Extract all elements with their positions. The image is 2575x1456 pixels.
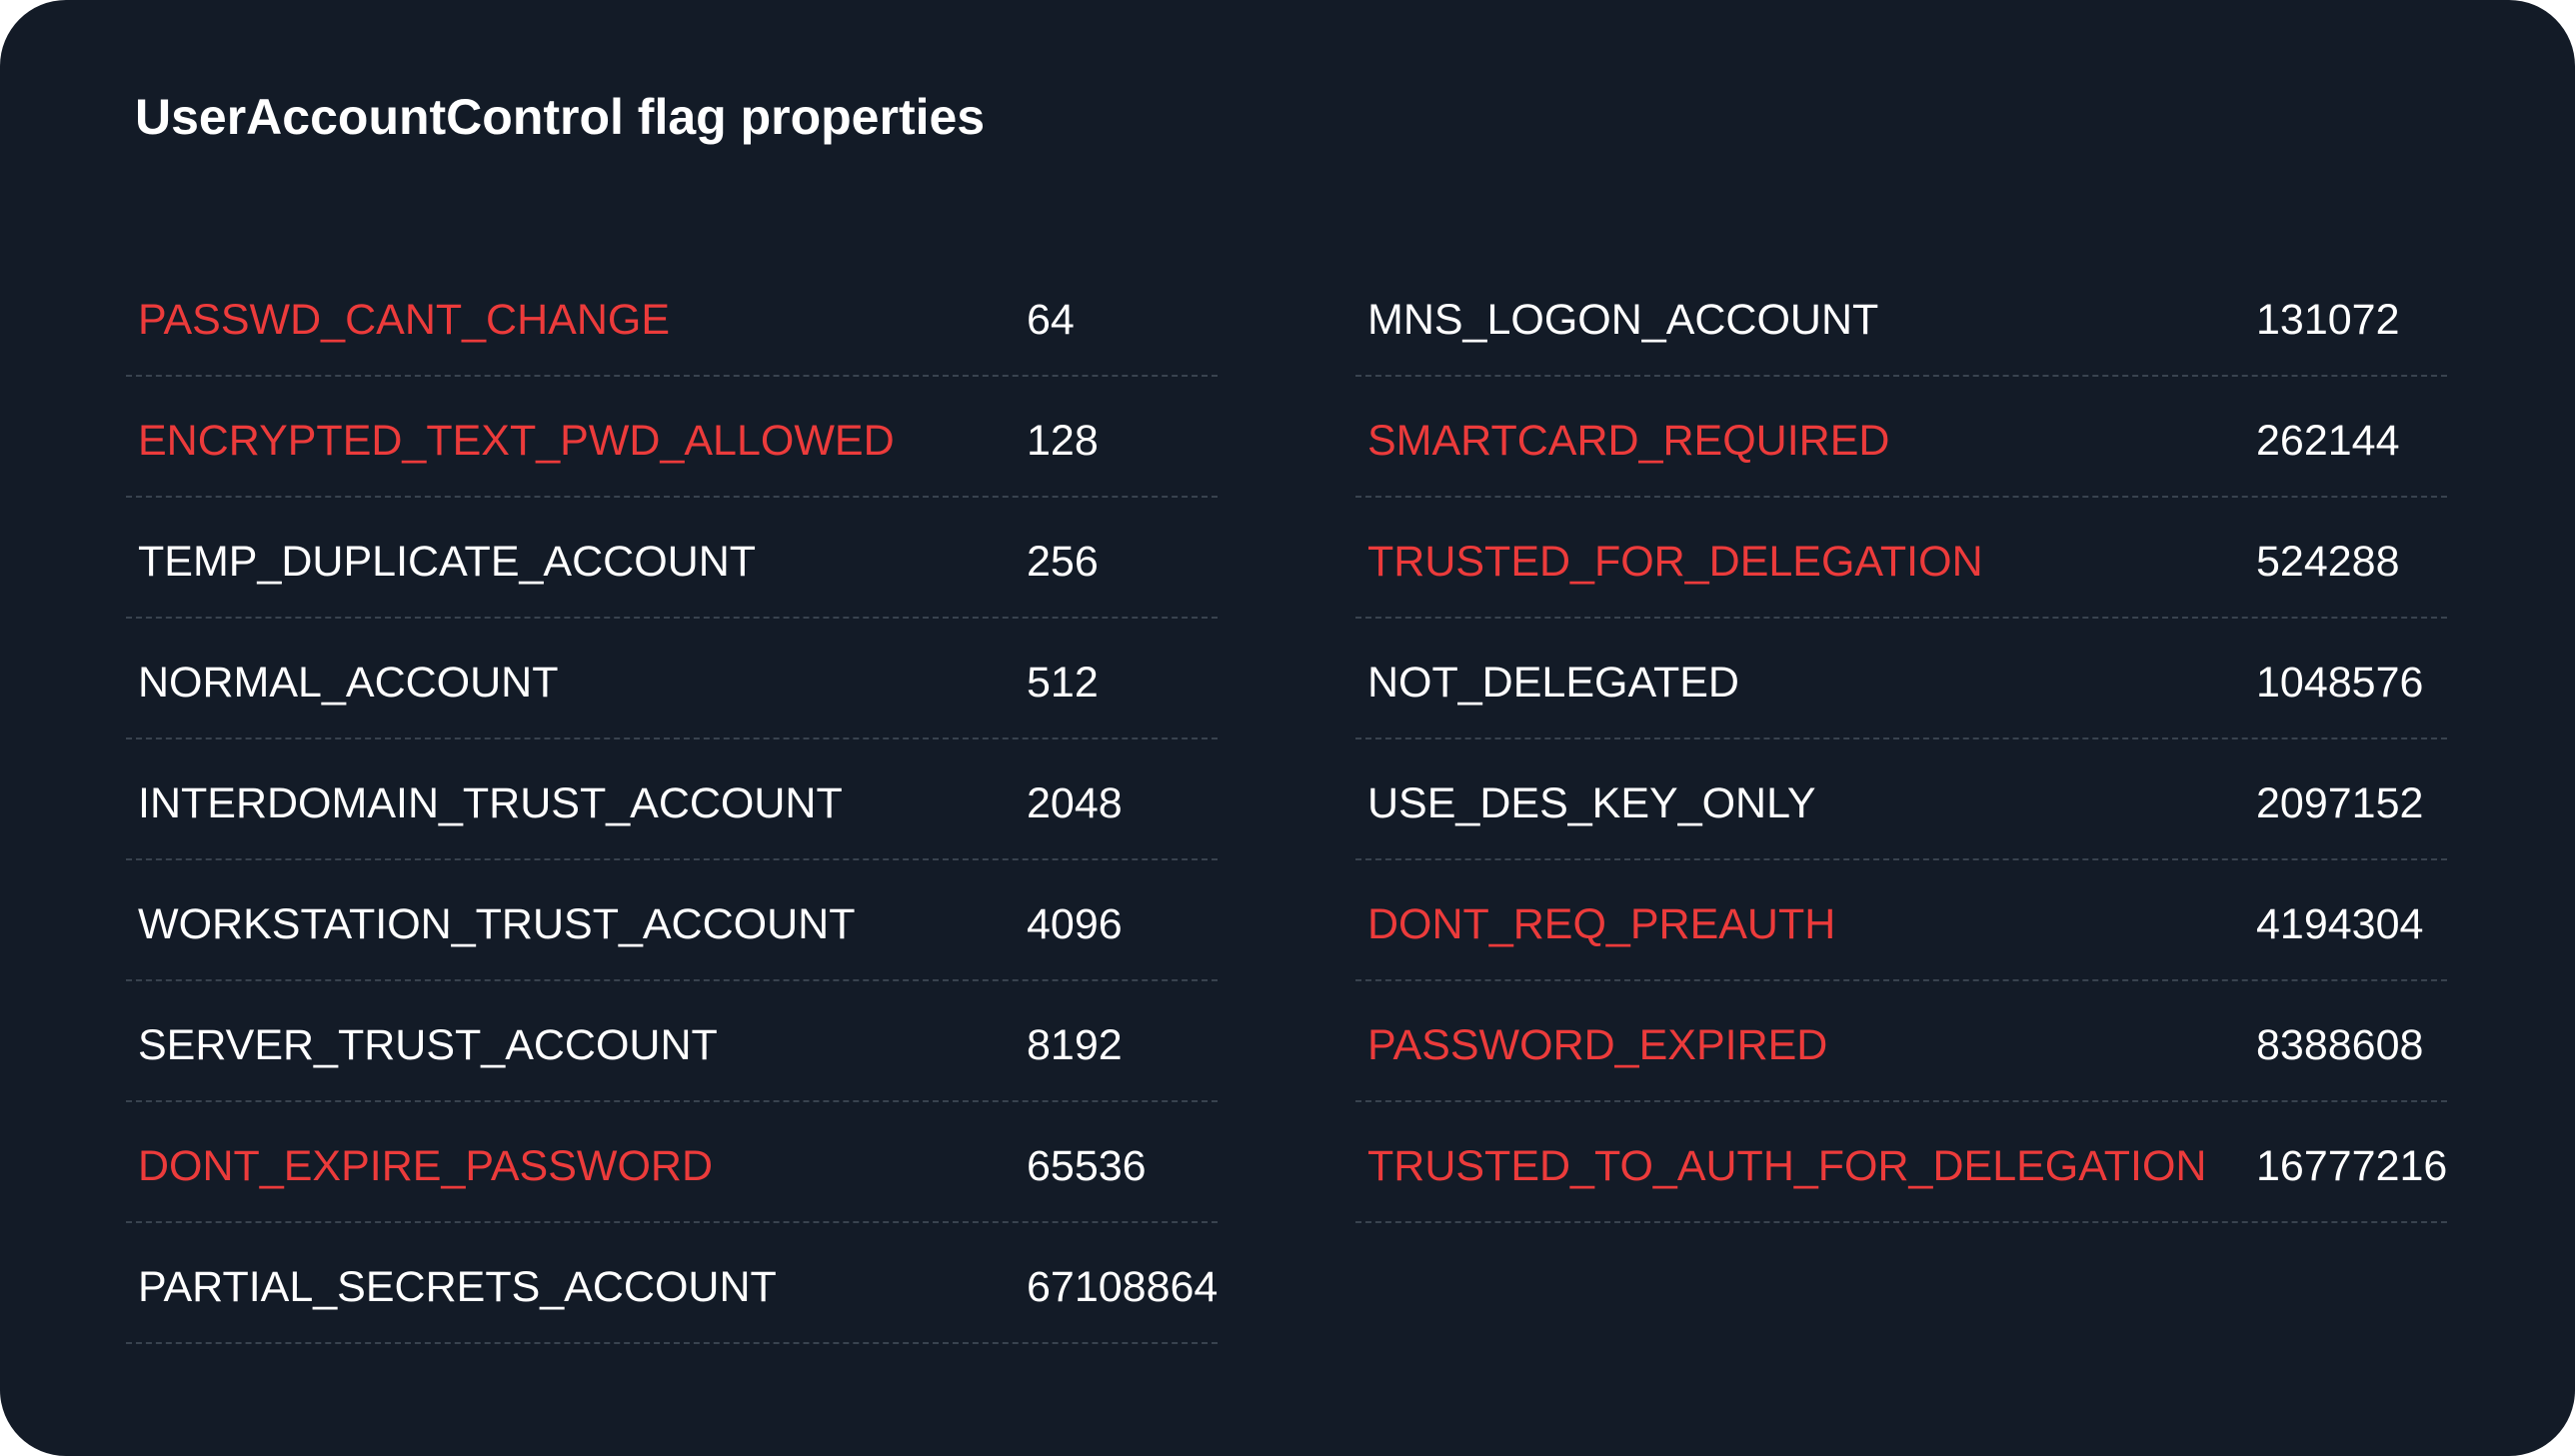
flag-row: PASSWD_CANT_CHANGE 64 — [126, 256, 1218, 377]
flag-row: MNS_LOGON_ACCOUNT 131072 — [1355, 256, 2447, 377]
flag-name: SMARTCARD_REQUIRED — [1367, 417, 1890, 465]
flag-value: 65536 — [1027, 1142, 1147, 1190]
flags-column-left: PASSWD_CANT_CHANGE 64 ENCRYPTED_TEXT_PWD_A… — [126, 256, 1218, 1344]
flag-value: 4194304 — [2256, 900, 2424, 948]
flag-name: TRUSTED_TO_AUTH_FOR_DELEGATION — [1367, 1142, 2207, 1190]
flag-value: 2048 — [1027, 779, 1123, 827]
flag-name: USE_DES_KEY_ONLY — [1367, 779, 1816, 827]
flag-value: 67108864 — [1027, 1263, 1219, 1311]
flag-name: NOT_DELEGATED — [1367, 659, 1739, 707]
flag-name: DONT_EXPIRE_PASSWORD — [138, 1142, 714, 1190]
flag-row: TRUSTED_FOR_DELEGATION 524288 — [1355, 498, 2447, 619]
flag-value: 1048576 — [2256, 659, 2424, 707]
flag-row: PASSWORD_EXPIRED 8388608 — [1355, 981, 2447, 1102]
flag-value: 16777216 — [2256, 1142, 2448, 1190]
card-title: UserAccountControl flag properties — [135, 89, 986, 145]
flag-value: 4096 — [1027, 900, 1123, 948]
flag-name: DONT_REQ_PREAUTH — [1367, 900, 1836, 948]
flag-row: SMARTCARD_REQUIRED 262144 — [1355, 377, 2447, 498]
flag-name: MNS_LOGON_ACCOUNT — [1367, 296, 1879, 344]
flag-row: TRUSTED_TO_AUTH_FOR_DELEGATION 16777216 — [1355, 1102, 2447, 1223]
flag-value: 64 — [1027, 296, 1075, 344]
flag-value: 512 — [1027, 659, 1099, 707]
flags-column-right: MNS_LOGON_ACCOUNT 131072 SMARTCARD_REQUIRE… — [1355, 256, 2447, 1223]
flag-name: PARTIAL_SECRETS_ACCOUNT — [138, 1263, 777, 1311]
flag-name: WORKSTATION_TRUST_ACCOUNT — [138, 900, 856, 948]
flag-name: PASSWORD_EXPIRED — [1367, 1021, 1828, 1069]
flag-name: TRUSTED_FOR_DELEGATION — [1367, 538, 1983, 586]
flag-value: 8192 — [1027, 1021, 1123, 1069]
flag-value: 8388608 — [2256, 1021, 2424, 1069]
flag-name: SERVER_TRUST_ACCOUNT — [138, 1021, 718, 1069]
flag-properties-card: UserAccountControl flag properties PASSW… — [0, 0, 2575, 1456]
flag-row: INTERDOMAIN_TRUST_ACCOUNT 2048 — [126, 739, 1218, 860]
flag-row: NOT_DELEGATED 1048576 — [1355, 619, 2447, 739]
flag-row: SERVER_TRUST_ACCOUNT 8192 — [126, 981, 1218, 1102]
flag-value: 524288 — [2256, 538, 2400, 586]
flag-row: DONT_REQ_PREAUTH 4194304 — [1355, 860, 2447, 981]
flag-row: TEMP_DUPLICATE_ACCOUNT 256 — [126, 498, 1218, 619]
flag-value: 131072 — [2256, 296, 2400, 344]
flag-value: 256 — [1027, 538, 1099, 586]
flag-name: PASSWD_CANT_CHANGE — [138, 296, 671, 344]
flag-name: ENCRYPTED_TEXT_PWD_ALLOWED — [138, 417, 895, 465]
row-divider — [1355, 1221, 2447, 1223]
flag-value: 2097152 — [2256, 779, 2424, 827]
flag-name: TEMP_DUPLICATE_ACCOUNT — [138, 538, 757, 586]
flag-name: NORMAL_ACCOUNT — [138, 659, 559, 707]
flag-value: 128 — [1027, 417, 1099, 465]
flag-row: USE_DES_KEY_ONLY 2097152 — [1355, 739, 2447, 860]
flag-row: DONT_EXPIRE_PASSWORD 65536 — [126, 1102, 1218, 1223]
flag-value: 262144 — [2256, 417, 2400, 465]
flag-row: PARTIAL_SECRETS_ACCOUNT 67108864 — [126, 1223, 1218, 1344]
flag-row: ENCRYPTED_TEXT_PWD_ALLOWED 128 — [126, 377, 1218, 498]
row-divider — [126, 1342, 1218, 1344]
flag-row: NORMAL_ACCOUNT 512 — [126, 619, 1218, 739]
flag-name: INTERDOMAIN_TRUST_ACCOUNT — [138, 779, 843, 827]
flag-row: WORKSTATION_TRUST_ACCOUNT 4096 — [126, 860, 1218, 981]
